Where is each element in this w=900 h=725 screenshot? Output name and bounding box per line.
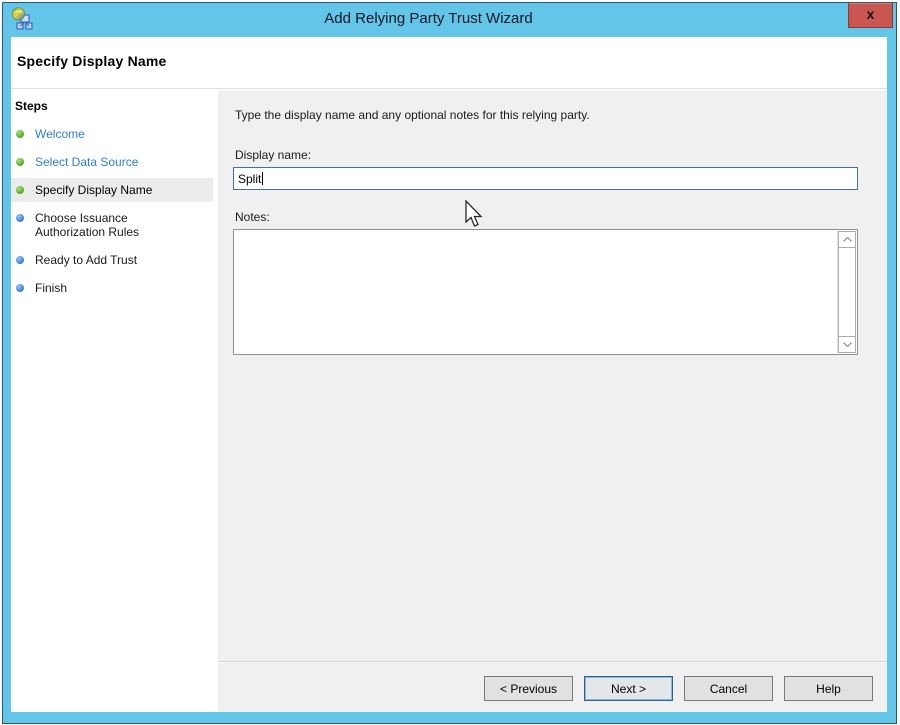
scroll-track[interactable] [838, 248, 856, 336]
window-title: Add Relying Party Trust Wizard [3, 3, 896, 37]
step-label: Choose Issuance Authorization Rules [35, 211, 195, 239]
scroll-down-button[interactable] [838, 336, 856, 353]
step-welcome[interactable]: Welcome [11, 122, 213, 146]
step-done-dot [16, 186, 24, 194]
chevron-up-icon [843, 237, 852, 242]
wizard-window: Add Relying Party Trust Wizard x Specify… [2, 2, 897, 724]
step-todo-dot [16, 256, 24, 264]
notes-textarea[interactable] [233, 229, 858, 355]
step-select-data-source[interactable]: Select Data Source [11, 150, 213, 174]
step-todo-dot [16, 284, 24, 292]
wizard-dialog: Specify Display Name Steps Welcome Selec… [11, 37, 887, 712]
scroll-up-button[interactable] [838, 231, 856, 248]
text-caret [262, 172, 263, 185]
step-label: Select Data Source [35, 155, 138, 169]
previous-button[interactable]: < Previous [484, 676, 573, 701]
notes-value [234, 230, 836, 354]
page-title: Specify Display Name [17, 53, 887, 69]
step-label: Finish [35, 281, 67, 295]
help-button[interactable]: Help [784, 676, 873, 701]
step-label: Welcome [35, 127, 85, 141]
title-bar[interactable]: Add Relying Party Trust Wizard x [3, 3, 896, 37]
step-done-dot [16, 158, 24, 166]
page-header: Specify Display Name [11, 37, 887, 89]
step-ready-to-add-trust: Ready to Add Trust [11, 248, 213, 272]
steps-sidebar: Steps Welcome Select Data Source Specify… [11, 90, 213, 712]
chevron-down-icon [843, 342, 852, 347]
cancel-button[interactable]: Cancel [684, 676, 773, 701]
footer-button-row: < Previous Next > Cancel Help [218, 663, 887, 712]
display-name-input[interactable]: Split [233, 167, 858, 190]
notes-label: Notes: [235, 210, 887, 224]
step-specify-display-name[interactable]: Specify Display Name [11, 178, 213, 202]
step-todo-dot [16, 214, 24, 222]
main-panel: Type the display name and any optional n… [218, 90, 887, 712]
close-button[interactable]: x [848, 3, 893, 28]
notes-scrollbar[interactable] [837, 231, 856, 353]
steps-heading: Steps [11, 99, 213, 122]
intro-text: Type the display name and any optional n… [235, 108, 870, 122]
step-done-dot [16, 130, 24, 138]
display-name-value: Split [238, 172, 261, 186]
next-button[interactable]: Next > [584, 676, 673, 701]
step-label: Specify Display Name [35, 183, 152, 197]
display-name-label: Display name: [235, 148, 887, 162]
step-finish: Finish [11, 276, 213, 300]
step-choose-issuance-authorization-rules: Choose Issuance Authorization Rules [11, 206, 213, 244]
step-label: Ready to Add Trust [35, 253, 137, 267]
